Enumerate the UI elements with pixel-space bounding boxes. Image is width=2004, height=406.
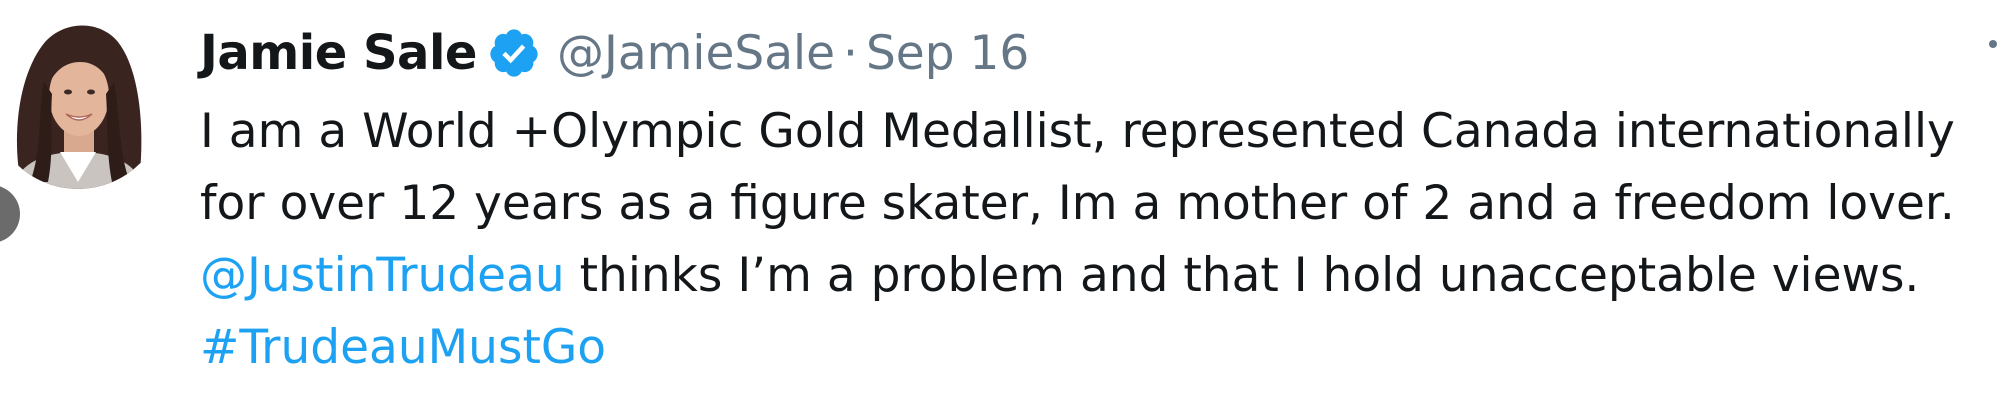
- side-indicator-dot: [0, 185, 20, 243]
- tweet-header: Jamie Sale @JamieSale · Sep 16: [200, 20, 1029, 86]
- tweet-date[interactable]: Sep 16: [866, 26, 1029, 81]
- hashtag-link[interactable]: #TrudeauMustGo: [200, 320, 606, 375]
- tweet-text-line: I am a World +Olympic Gold Medallist, re…: [200, 104, 1955, 159]
- mention-link[interactable]: @JustinTrudeau: [200, 248, 565, 303]
- tweet-text: I am a World +Olympic Gold Medallist, re…: [200, 96, 2004, 384]
- tweet-text-fragment: thinks I’m a problem and that I hold una…: [564, 248, 1920, 303]
- display-name[interactable]: Jamie Sale: [200, 25, 477, 81]
- author-handle[interactable]: @JamieSale: [557, 26, 835, 81]
- avatar[interactable]: [0, 12, 156, 190]
- tweet-text-line: for over 12 years as a figure skater, Im…: [200, 176, 1955, 231]
- header-separator: ·: [842, 25, 858, 81]
- more-options-icon[interactable]: [1989, 40, 1997, 48]
- profile-photo: [0, 13, 156, 189]
- tweet-text-line: #TrudeauMustGo: [200, 312, 2004, 384]
- tweet-text-line: @JustinTrudeau thinks I’m a problem and …: [200, 240, 2004, 312]
- verified-badge-icon: [487, 26, 541, 80]
